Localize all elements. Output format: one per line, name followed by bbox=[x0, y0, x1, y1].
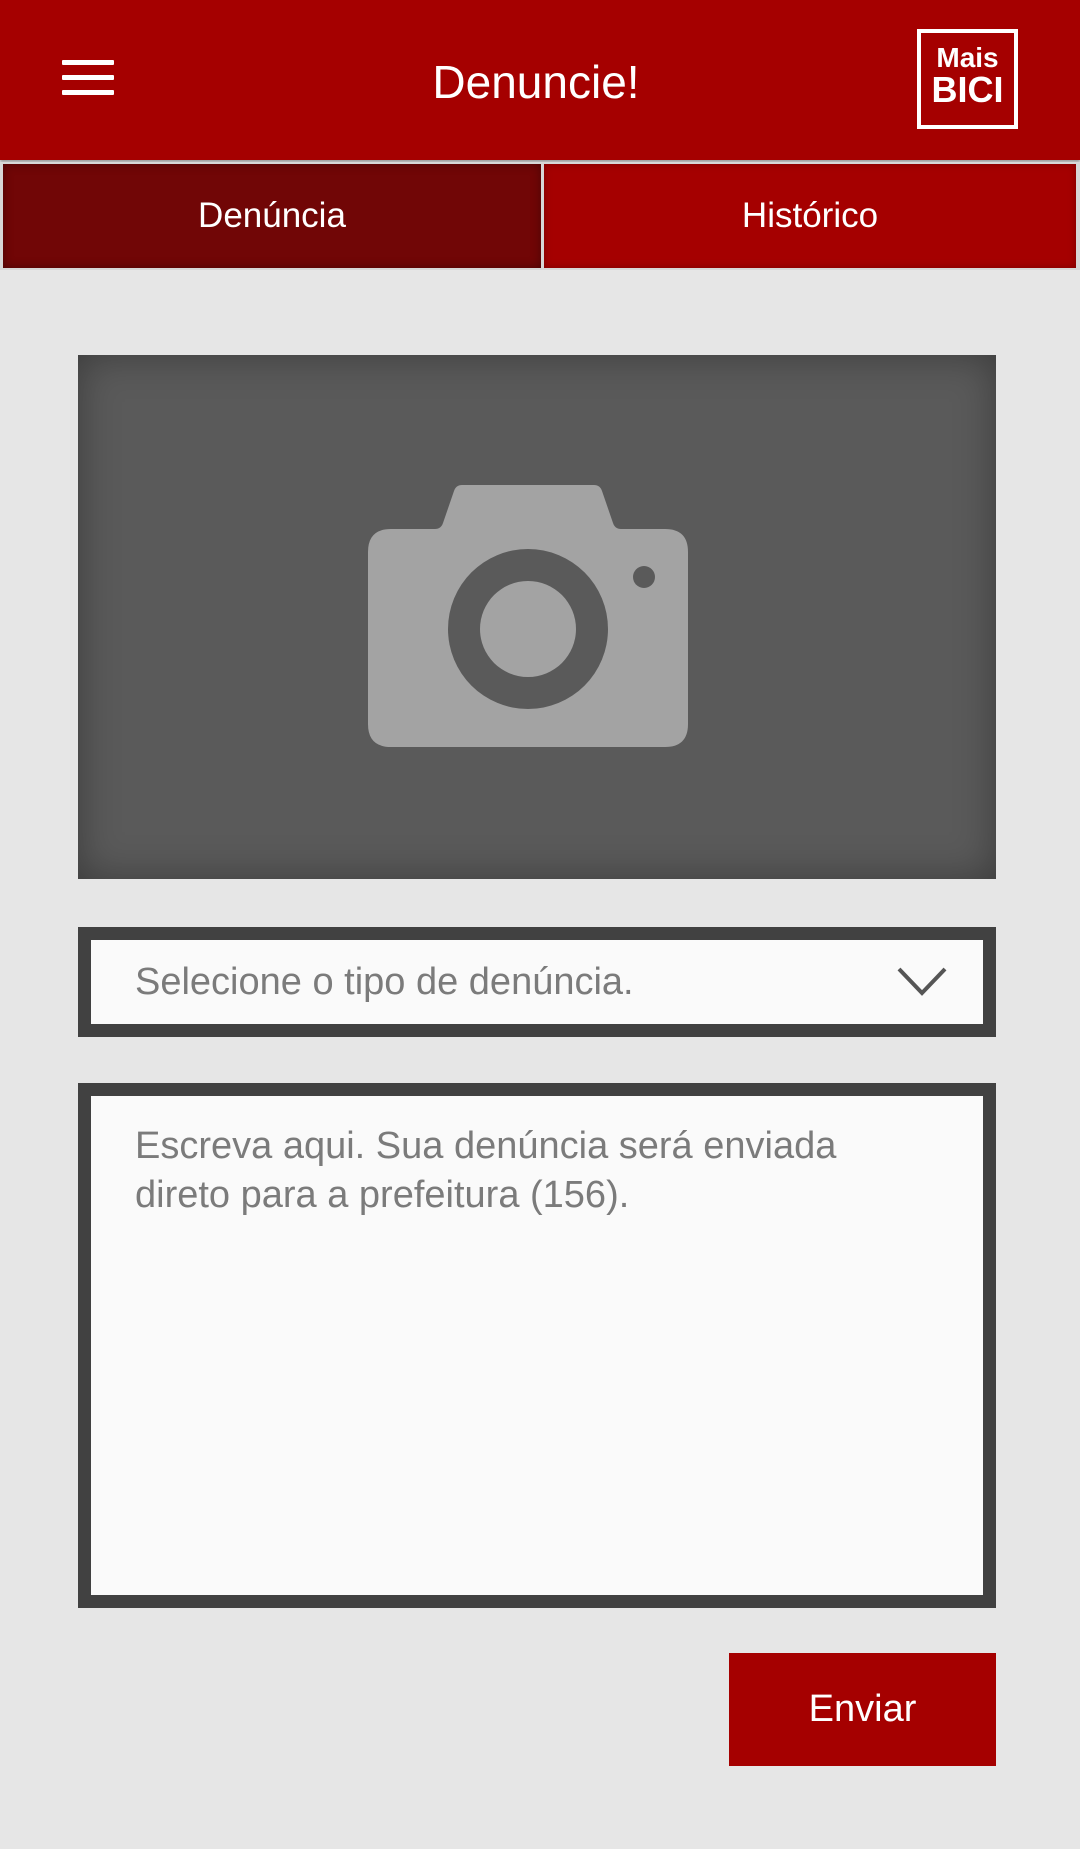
page-title: Denuncie! bbox=[432, 56, 640, 108]
report-type-placeholder: Selecione o tipo de denúncia. bbox=[135, 961, 634, 1003]
tab-denuncia[interactable]: Denúncia bbox=[3, 164, 541, 268]
chevron-down-icon bbox=[897, 967, 947, 996]
report-type-select[interactable]: Selecione o tipo de denúncia. bbox=[78, 927, 996, 1037]
send-button[interactable]: Enviar bbox=[729, 1653, 996, 1766]
app-bar: Denuncie! Mais BICI bbox=[0, 0, 1080, 160]
tab-historico[interactable]: Histórico bbox=[544, 164, 1076, 268]
logo-line-1: Mais bbox=[936, 42, 999, 73]
description-textarea[interactable]: Escreva aqui. Sua denúncia será enviada … bbox=[78, 1083, 996, 1608]
logo-line-2: BICI bbox=[931, 69, 1004, 110]
description-placeholder: Escreva aqui. Sua denúncia será enviada … bbox=[135, 1125, 837, 1216]
photo-picker[interactable] bbox=[78, 355, 996, 879]
mais-bici-logo: Mais BICI bbox=[917, 29, 1018, 129]
camera-icon bbox=[368, 485, 688, 747]
tab-bar: Denúncia Histórico bbox=[0, 162, 1080, 270]
